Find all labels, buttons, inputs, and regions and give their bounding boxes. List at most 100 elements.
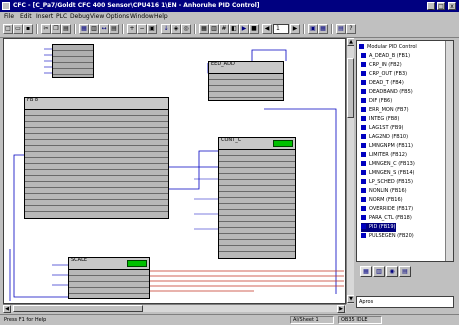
paste-icon[interactable]: ▤ — [61, 24, 71, 34]
toolbar: □ ▭ ▪ ✂ ❐ ▤ ▦ ▥ ↔ ▤ + − ▣ ↓ ◈ ◎ ▦ ▥ # ◧ … — [0, 22, 459, 38]
block-icon — [361, 80, 366, 85]
scroll-thumb[interactable] — [13, 305, 143, 312]
next-sheet-icon[interactable]: ▶ — [290, 24, 300, 34]
copy-icon[interactable]: ❐ — [51, 24, 61, 34]
menu-window[interactable]: Window — [130, 12, 154, 22]
catalog-item[interactable]: NORM (FB16) — [361, 196, 403, 205]
test-mode-icon[interactable]: ◈ — [171, 24, 181, 34]
download-icon[interactable]: ↓ — [161, 24, 171, 34]
zoom-in-icon[interactable]: + — [127, 24, 137, 34]
title-bar: CFC - [C_Pa7/Goldt CFC 400 Sensor\CPU416… — [0, 0, 459, 12]
block-icon — [361, 215, 366, 220]
app-icon[interactable] — [2, 2, 10, 10]
block-top-center[interactable]: EED_ADD — [208, 61, 284, 101]
status-indicator — [127, 260, 147, 267]
menu-options[interactable]: Options — [106, 12, 129, 22]
open-icon[interactable]: ▭ — [13, 24, 23, 34]
connect-icon[interactable]: ↔ — [99, 24, 109, 34]
block-center[interactable]: CONT_C — [218, 137, 296, 259]
catalog-icon[interactable]: ▤ — [336, 24, 346, 34]
block-header: FB 8 — [25, 98, 168, 110]
close-button[interactable]: x — [448, 2, 456, 10]
tab-unplaced-icon[interactable]: ▤ — [399, 266, 411, 277]
help-icon[interactable]: ? — [346, 24, 356, 34]
sheet-view-icon[interactable]: ▥ — [209, 24, 219, 34]
menu-insert[interactable]: Insert — [36, 12, 53, 22]
grid-icon[interactable]: # — [219, 24, 229, 34]
maximize-button[interactable]: □ — [437, 2, 445, 10]
watch-icon[interactable]: ◎ — [181, 24, 191, 34]
chart-vertical-scrollbar[interactable]: ▲ ▼ — [346, 38, 355, 304]
scroll-left-icon[interactable]: ◀ — [3, 305, 11, 313]
catalog-item[interactable]: DIF (FB6) — [361, 97, 392, 106]
window-tile-icon[interactable]: ▦ — [318, 24, 328, 34]
catalog-item[interactable]: CRP_IN (FB2) — [361, 61, 402, 70]
chart-icon[interactable]: ◧ — [229, 24, 239, 34]
block-icon — [361, 134, 366, 139]
catalog-item[interactable]: PULSEGEN (FB20) — [361, 232, 414, 241]
catalog-item[interactable]: LMNGEN_S (FB14) — [361, 169, 414, 178]
catalog-item[interactable]: OVERRIDE (FB17) — [361, 205, 413, 214]
save-icon[interactable]: ▪ — [23, 24, 33, 34]
block-icon — [361, 62, 366, 67]
menu-plc[interactable]: PLC — [56, 12, 67, 22]
catalog-item[interactable]: DEADBAND (FB5) — [361, 88, 413, 97]
new-icon[interactable]: □ — [3, 24, 13, 34]
menu-debug[interactable]: Debug — [70, 12, 90, 22]
catalog-item[interactable]: DEAD_T (FB4) — [361, 79, 404, 88]
cfc-application-window: CFC - [C_Pa7/Goldt CFC 400 Sensor\CPU416… — [0, 0, 459, 325]
scroll-thumb[interactable] — [347, 58, 354, 118]
sheet-number-field[interactable]: 1 — [273, 24, 289, 34]
chart-horizontal-scrollbar[interactable]: ◀ ▶ — [3, 304, 346, 313]
cut-icon[interactable]: ✂ — [41, 24, 51, 34]
window-title: CFC - [C_Pa7/Goldt CFC 400 Sensor\CPU416… — [13, 2, 260, 9]
menu-view[interactable]: View — [90, 12, 104, 22]
prev-sheet-icon[interactable]: ◀ — [262, 24, 272, 34]
catalog-search-input[interactable]: Apros — [356, 296, 454, 308]
catalog-scrollbar[interactable] — [445, 41, 453, 261]
overview-icon[interactable]: ▦ — [199, 24, 209, 34]
cfc-chart-canvas[interactable]: EED_ADD FB 8 CONT_C SCALE — [3, 38, 346, 304]
catalog-item[interactable]: LAG2ND (FB10) — [361, 133, 408, 142]
print-icon[interactable]: ▤ — [109, 24, 119, 34]
catalog-item[interactable]: LP_SCHED (FB15) — [361, 178, 413, 187]
menu-file[interactable]: File — [4, 12, 14, 22]
block-icon[interactable]: ▦ — [79, 24, 89, 34]
block-icon — [361, 161, 366, 166]
catalog-item[interactable]: CRP_OUT (FB3) — [361, 70, 407, 79]
block-icon — [361, 179, 366, 184]
stop-icon[interactable]: ■ — [249, 24, 259, 34]
toolbar-separator — [74, 24, 76, 34]
block-header: CONT_C — [219, 138, 295, 150]
catalog-item[interactable]: A_DEAD_B (FB1) — [361, 52, 410, 61]
catalog-item[interactable]: LAG1ST (FB9) — [361, 124, 404, 133]
catalog-item[interactable]: Modular PID Control — [359, 43, 417, 52]
catalog-item[interactable]: LMNGEN_C (FB13) — [361, 160, 415, 169]
menu-help[interactable]: Help — [154, 12, 168, 22]
scroll-right-icon[interactable]: ▶ — [337, 305, 345, 313]
toolbar-separator — [303, 24, 305, 34]
menu-edit[interactable]: Edit — [20, 12, 32, 22]
block-bottom[interactable]: SCALE — [68, 257, 150, 299]
compile-icon[interactable]: ▣ — [147, 24, 157, 34]
zoom-out-icon[interactable]: − — [137, 24, 147, 34]
run-icon[interactable]: ▶ — [239, 24, 249, 34]
tab-libraries-icon[interactable]: ◉ — [386, 266, 398, 277]
sheet-icon[interactable]: ▥ — [89, 24, 99, 34]
tab-blocks-icon[interactable]: ▦ — [360, 266, 372, 277]
catalog-item[interactable]: PARA_CTL (FB18) — [361, 214, 412, 223]
window-cascade-icon[interactable]: ▣ — [308, 24, 318, 34]
catalog-item[interactable]: ERR_MON (FB7) — [361, 106, 409, 115]
catalog-item[interactable]: LIMITER (FB12) — [361, 151, 407, 160]
block-left[interactable]: FB 8 — [24, 97, 169, 219]
minimize-button[interactable]: _ — [427, 2, 435, 10]
catalog-tree[interactable]: Modular PID Control A_DEAD_B (FB1) CRP_I… — [356, 40, 454, 262]
catalog-item[interactable]: LMNGNPM (FB11) — [361, 142, 413, 151]
pin-list-top-left[interactable] — [52, 44, 94, 78]
catalog-item[interactable]: NONLIN (FB16) — [361, 187, 407, 196]
tab-charts-icon[interactable]: ▥ — [373, 266, 385, 277]
block-icon — [361, 152, 366, 157]
catalog-item[interactable]: INTEG (FB8) — [361, 115, 399, 124]
block-header: SCALE — [69, 258, 149, 270]
catalog-item-selected[interactable]: PID (FB19) — [361, 223, 396, 232]
